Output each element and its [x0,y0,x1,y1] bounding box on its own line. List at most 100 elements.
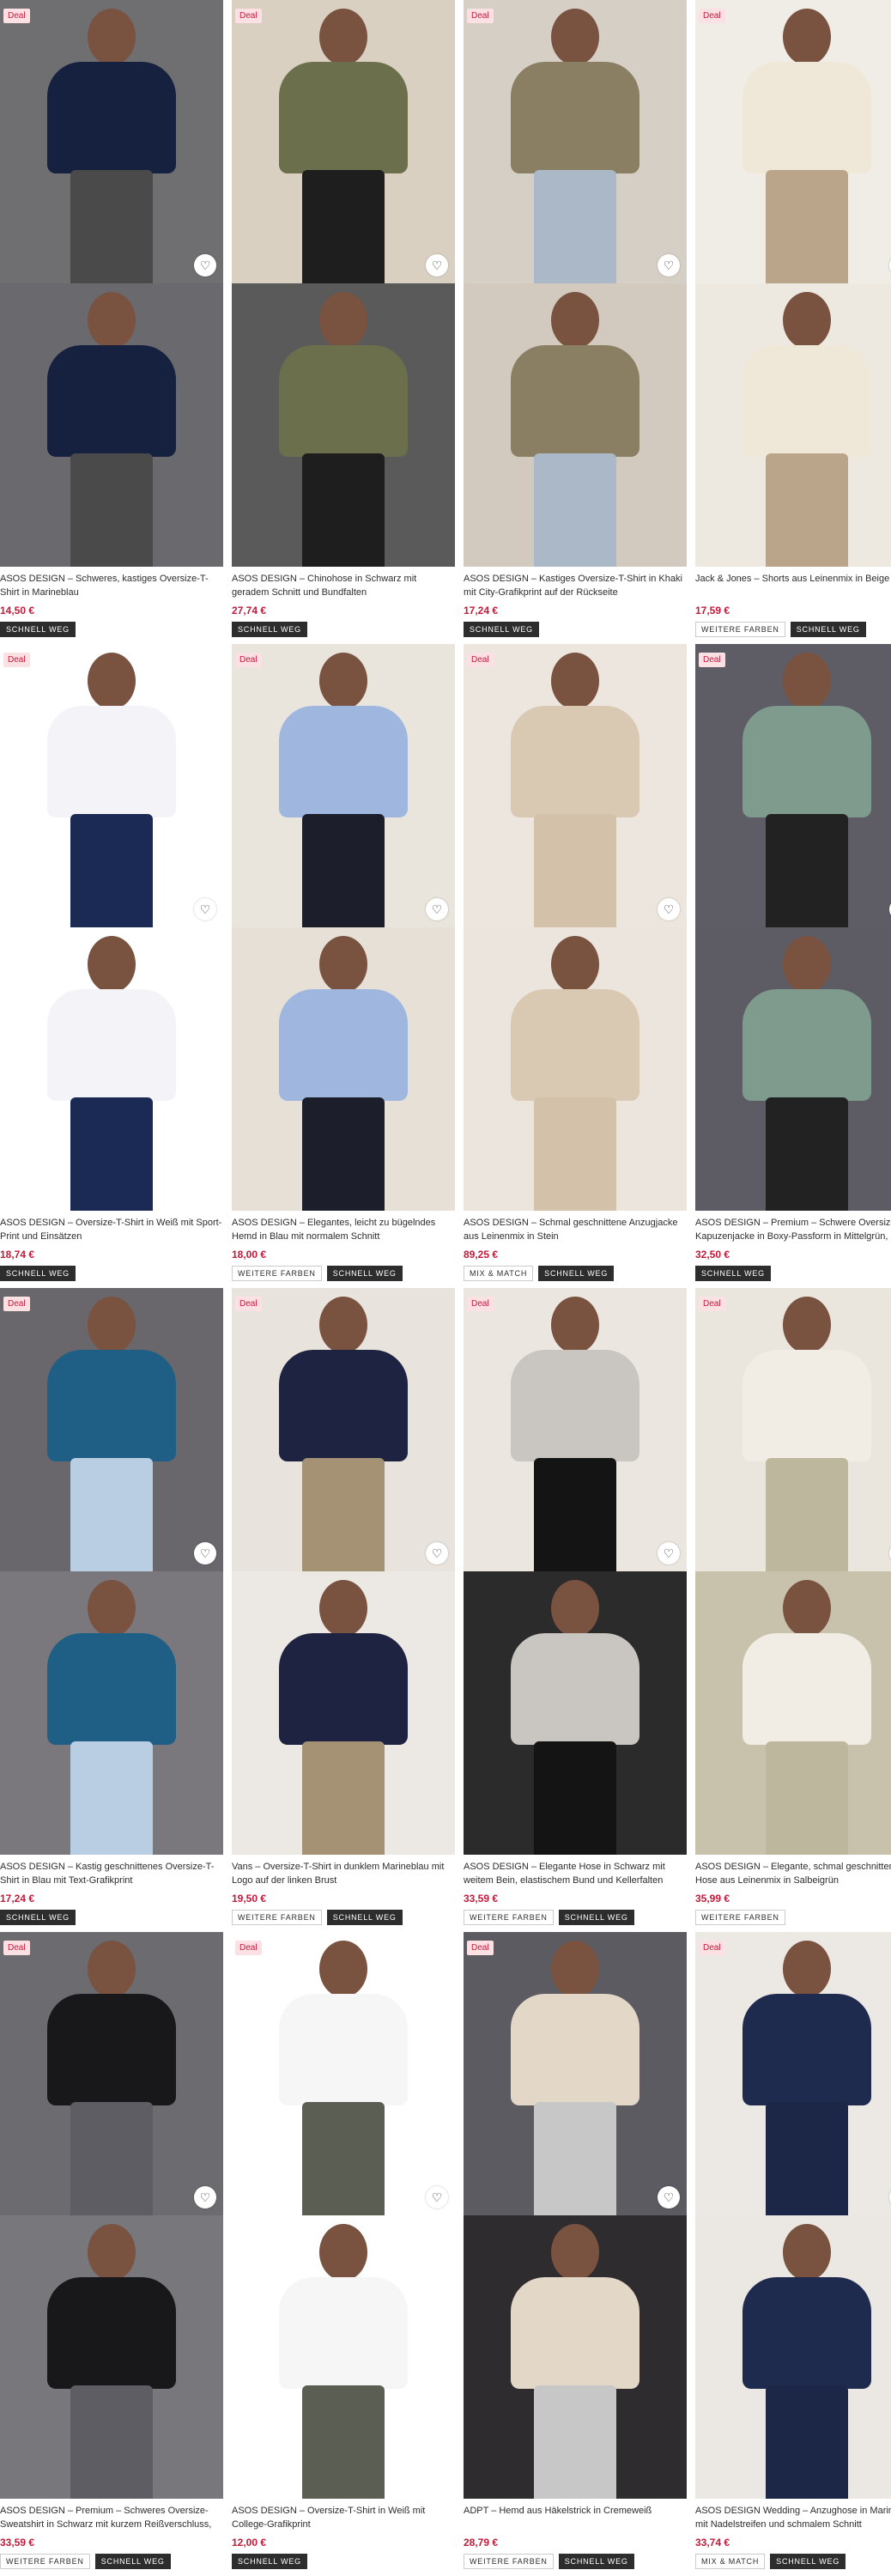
product-title[interactable]: ASOS DESIGN – Oversize-T-Shirt in Weiß m… [232,2504,455,2531]
product-title[interactable]: ASOS DESIGN – Kastig geschnittenes Overs… [0,1860,223,1887]
model-bottom [302,2102,385,2215]
product-card[interactable]: Deal ♡ ASOS DESIGN – Premium – Schweres Ov… [0,1932,223,2576]
deal-badge: Deal [3,653,30,667]
product-title[interactable]: ASOS DESIGN – Schmal geschnittene Anzugj… [464,1216,687,1243]
product-image-alt[interactable] [0,1571,223,1855]
heart-icon[interactable]: ♡ [426,1542,448,1564]
product-card[interactable]: Deal ♡ ASOS DESIGN – Oversize-T-Shirt in W… [232,1932,455,2576]
product-price: 27,74 € [232,605,267,617]
product-price: 18,00 € [232,1249,267,1261]
product-card[interactable]: Deal♡ Jack & Jones – Shorts aus Leinenmix… [695,0,891,644]
product-image[interactable]: Deal♡ [232,1932,455,2215]
product-card[interactable]: Deal♡ ASOS DESIGN Wedding – Anzughose in … [695,1932,891,2576]
product-image-alt[interactable] [232,2215,455,2499]
product-card[interactable]: Deal ♡ ASOS DESIGN – Elegante Hose in Schw… [464,1288,687,1932]
product-image[interactable]: Deal♡ [695,1288,891,1571]
product-price: 28,79 € [464,2537,499,2549]
product-title[interactable]: ASOS DESIGN – Premium – Schweres Oversiz… [0,2504,223,2531]
heart-icon[interactable]: ♡ [658,898,680,920]
product-badges: WEITERE FARBEN [695,1910,891,1925]
product-badges: SCHNELL WEG [0,622,223,637]
product-title[interactable]: ASOS DESIGN – Premium – Schwere Oversize… [695,1216,891,1243]
product-title[interactable]: ASOS DESIGN – Elegantes, leicht zu bügel… [232,1216,455,1243]
product-image[interactable]: Deal♡ [695,1932,891,2215]
product-badge: SCHNELL WEG [790,622,866,637]
product-badge: SCHNELL WEG [558,1910,634,1925]
model-bottom [70,1458,153,1571]
product-title[interactable]: ASOS DESIGN – Kastiges Oversize-T-Shirt … [464,572,687,599]
product-card[interactable]: Deal ♡ ASOS DESIGN – Kastiges Oversize-T-S… [464,0,687,644]
deal-badge: Deal [467,653,494,667]
heart-icon[interactable]: ♡ [194,254,216,276]
heart-icon[interactable]: ♡ [658,2186,680,2208]
product-image[interactable]: Deal♡ [464,0,687,283]
product-card[interactable]: Deal ♡ ASOS DESIGN – Oversize-T-Shirt in W… [0,644,223,1288]
product-image-alt[interactable] [232,283,455,567]
product-title[interactable]: Vans – Oversize-T-Shirt in dunklem Marin… [232,1860,455,1887]
product-title[interactable]: ASOS DESIGN – Oversize-T-Shirt in Weiß m… [0,1216,223,1243]
product-title[interactable]: ASOS DESIGN – Elegante, schmal geschnitt… [695,1860,891,1887]
product-info: ASOS DESIGN – Oversize-T-Shirt in Weiß m… [0,1216,223,1281]
product-image-alt[interactable] [464,2215,687,2499]
product-image-alt[interactable] [464,283,687,567]
product-image[interactable]: Deal♡ [464,1288,687,1571]
product-card[interactable]: Deal♡ ASOS DESIGN – Premium – Schwere Ove… [695,644,891,1288]
model-figure [498,644,652,927]
product-title[interactable]: ADPT – Hemd aus Häkelstrick in Cremeweiß [464,2504,687,2531]
product-image[interactable]: Deal ♡ [0,644,223,927]
heart-icon[interactable]: ♡ [194,1542,216,1564]
product-title[interactable]: Jack & Jones – Shorts aus Leinenmix in B… [695,572,891,599]
product-image-alt[interactable] [0,2215,223,2499]
product-image[interactable]: Deal♡ [0,1288,223,1571]
model-head [783,936,831,993]
product-info: ASOS DESIGN – Elegante Hose in Schwarz m… [464,1860,687,1925]
product-title[interactable]: ASOS DESIGN – Chinohose in Schwarz mit g… [232,572,455,599]
model-top [511,1633,639,1745]
product-card[interactable]: Deal ♡ ASOS DESIGN – Chinohose in Schwarz … [232,0,455,644]
product-image[interactable]: Deal♡ [232,644,455,927]
product-card[interactable]: Deal ♡ Vans – Oversize-T-Shirt in dunklem … [232,1288,455,1932]
product-card[interactable]: Deal ♡ ASOS DESIGN – Schweres, kastiges Ov… [0,0,223,644]
product-image-alt[interactable] [232,927,455,1211]
product-image-alt[interactable] [232,1571,455,1855]
product-image-alt[interactable] [695,927,891,1211]
product-image-alt[interactable] [0,283,223,567]
product-image[interactable]: Deal♡ [464,1932,687,2215]
product-title[interactable]: ASOS DESIGN – Elegante Hose in Schwarz m… [464,1860,687,1887]
heart-icon[interactable]: ♡ [658,1542,680,1564]
model-top [742,989,871,1101]
product-image[interactable]: Deal♡ [0,0,223,283]
product-image-alt[interactable] [0,927,223,1211]
product-image[interactable]: Deal♡ [232,0,455,283]
product-image[interactable]: Deal♡ [695,0,891,283]
product-card[interactable]: Deal♡ ASOS DESIGN – Elegante, schmal gesc… [695,1288,891,1932]
model-head [319,9,367,65]
model-head [319,2224,367,2281]
product-badge: MIX & MATCH [695,2554,766,2569]
product-card[interactable]: Deal ♡ ASOS DESIGN – Kastig geschnittenes … [0,1288,223,1932]
model-top [47,345,176,457]
product-image-alt[interactable] [695,1571,891,1855]
product-title[interactable]: ASOS DESIGN – Schweres, kastiges Oversiz… [0,572,223,599]
product-image[interactable]: Deal ♡ [464,644,687,927]
product-image[interactable]: Deal♡ [0,1932,223,2215]
product-image[interactable]: Deal♡ [232,1288,455,1571]
product-image-alt[interactable] [464,927,687,1211]
product-image-alt[interactable] [695,2215,891,2499]
product-info: ASOS DESIGN – Elegantes, leicht zu bügel… [232,1216,455,1281]
heart-icon[interactable]: ♡ [194,898,216,920]
product-card[interactable]: Deal ♡ ADPT – Hemd aus Häkelstrick in Crem… [464,1932,687,2576]
product-title[interactable]: ASOS DESIGN Wedding – Anzughose in Marin… [695,2504,891,2531]
product-image-alt[interactable] [695,283,891,567]
product-image[interactable]: Deal♡ [695,644,891,927]
deal-badge: Deal [699,9,725,23]
heart-icon[interactable]: ♡ [658,254,680,276]
model-top [47,1994,176,2105]
heart-icon[interactable]: ♡ [426,2186,448,2208]
product-card[interactable]: Deal ♡ ASOS DESIGN – Elegantes, leicht zu … [232,644,455,1288]
product-image-alt[interactable] [464,1571,687,1855]
heart-icon[interactable]: ♡ [426,898,448,920]
heart-icon[interactable]: ♡ [194,2186,216,2208]
heart-icon[interactable]: ♡ [426,254,448,276]
product-card[interactable]: Deal ♡ ASOS DESIGN – Schmal geschnittene A… [464,644,687,1288]
